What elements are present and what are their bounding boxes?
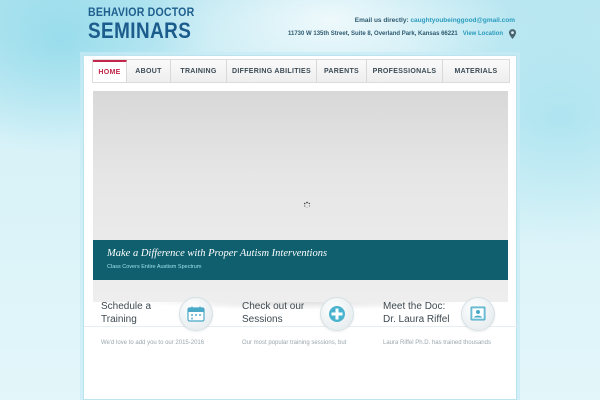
feature-title-line2: Dr. Laura Riffel (383, 314, 450, 325)
feature-title-line1: Schedule a (101, 301, 152, 312)
feature-schedule-training[interactable]: Schedule a Training We'd love to add you… (101, 297, 231, 360)
feature-meet-doc[interactable]: Meet the Doc: Dr. Laura Riffel Laura Rif… (383, 297, 513, 360)
site-logo[interactable]: BEHAVIOR DOCTOR SEMINARS (88, 7, 208, 42)
site-header: BEHAVIOR DOCTOR SEMINARS Email us direct… (0, 0, 600, 55)
nav-home[interactable]: HOME (93, 60, 127, 82)
nav-training[interactable]: TRAINING (171, 60, 227, 82)
nav-parents[interactable]: PARENTS (317, 60, 367, 82)
nav-about[interactable]: ABOUT (127, 60, 171, 82)
feature-sessions[interactable]: Check out our Sessions Our most popular … (242, 297, 372, 360)
logo-line2: SEMINARS (88, 18, 192, 43)
loading-spinner-icon (304, 201, 311, 209)
feature-title[interactable]: Schedule a Training (101, 300, 151, 326)
nav-professionals[interactable]: PROFESSIONALS (367, 60, 443, 82)
email-link[interactable]: caughtyoubeinggood@gmail.com (410, 17, 515, 24)
address-text: 11730 W 135th Street, Suite 8, Overland … (288, 31, 458, 37)
view-location-link[interactable]: View Location (463, 31, 503, 37)
feature-title[interactable]: Meet the Doc: Dr. Laura Riffel (383, 300, 450, 326)
feature-text: Our most popular training sessions, but (242, 340, 347, 346)
feature-title-line1: Meet the Doc: (383, 301, 446, 312)
slide-title[interactable]: Make a Difference with Proper Autism Int… (107, 248, 327, 259)
medical-cross-icon[interactable] (320, 297, 354, 331)
main-nav: HOME ABOUT TRAINING DIFFERING ABILITIES … (92, 59, 510, 83)
feature-title-line1: Check out our (242, 301, 305, 312)
email-label: Email us directly: (354, 17, 409, 24)
feature-title-line2: Sessions (242, 314, 283, 325)
map-pin-icon[interactable] (509, 29, 516, 39)
feature-text: Laura Riffel Ph.D. has trained thousands (383, 340, 491, 346)
feature-title[interactable]: Check out our Sessions (242, 300, 304, 326)
slide-subtitle: Class Covers Entire Austism Spectrum (107, 264, 202, 270)
hero-slider[interactable]: Make a Difference with Proper Autism Int… (93, 91, 508, 302)
nav-materials[interactable]: MATERIALS (443, 60, 509, 82)
feature-text: We'd love to add you to our 2015-2016 (101, 340, 205, 346)
address-line: 11730 W 135th Street, Suite 8, Overland … (288, 29, 516, 39)
contact-email: Email us directly: caughtyoubeinggood@gm… (355, 17, 515, 24)
feature-title-line2: Training (101, 314, 137, 325)
nav-differing-abilities[interactable]: DIFFERING ABILITIES (227, 60, 317, 82)
slide-caption: Make a Difference with Proper Autism Int… (93, 240, 508, 280)
profile-book-icon[interactable] (461, 297, 495, 331)
calendar-icon[interactable] (179, 297, 213, 331)
